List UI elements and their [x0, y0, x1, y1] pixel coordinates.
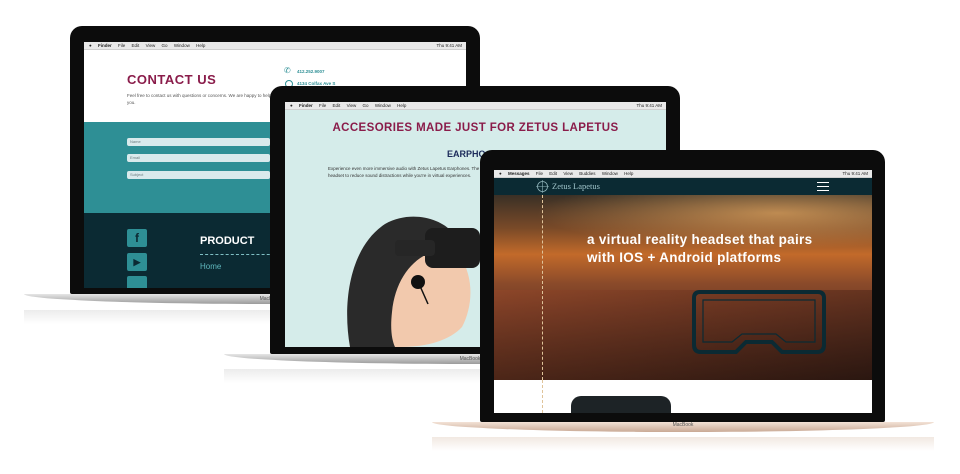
menu-app[interactable]: Messages	[508, 171, 530, 176]
menu-edit[interactable]: Edit	[333, 103, 341, 108]
menu-view[interactable]: View	[347, 103, 357, 108]
hamburger-menu-icon[interactable]	[817, 182, 829, 191]
footer-heading: PRODUCT	[200, 235, 255, 247]
site-navbar: Zetus Lapetus	[494, 178, 872, 195]
menu-go[interactable]: Go	[363, 103, 369, 108]
vr-headset-outline-icon	[692, 290, 826, 354]
twitter-icon[interactable]	[127, 276, 147, 288]
site-logo[interactable]: Zetus Lapetus	[552, 181, 600, 191]
apple-icon[interactable]: ●	[499, 171, 502, 176]
menu-window[interactable]: Window	[174, 43, 190, 48]
menu-go[interactable]: Go	[162, 43, 168, 48]
menu-view[interactable]: View	[146, 43, 156, 48]
facebook-icon[interactable]: f	[127, 229, 147, 247]
phone-number[interactable]: 412.252.9007	[297, 69, 325, 74]
menu-help[interactable]: Help	[397, 103, 406, 108]
menu-buddies[interactable]: Buddies	[579, 171, 595, 176]
menu-app[interactable]: Finder	[299, 103, 313, 108]
menu-file[interactable]: File	[319, 103, 326, 108]
menubar-clock: Thu 9:41 AM	[436, 43, 462, 48]
email-field[interactable]: Email	[127, 154, 270, 162]
logo-icon	[536, 180, 549, 193]
footer-link-home[interactable]: Home	[200, 262, 221, 271]
contact-intro: Feel free to contact us with questions o…	[127, 93, 272, 105]
product-description: Experience even more immersive audio wit…	[328, 166, 480, 178]
apple-icon[interactable]: ●	[290, 103, 293, 108]
subject-field[interactable]: Subject	[127, 171, 270, 179]
page-title: CONTACT US	[127, 72, 217, 87]
mac-menubar: ● Messages File Edit View Buddies Window…	[494, 170, 872, 178]
footer-divider	[200, 254, 280, 255]
mac-menubar: ● Finder File Edit View Go Window Help T…	[84, 42, 466, 50]
menu-edit[interactable]: Edit	[132, 43, 140, 48]
menu-window[interactable]: Window	[375, 103, 391, 108]
phone-icon: ✆	[284, 66, 291, 75]
scroll-tab[interactable]	[571, 396, 671, 413]
page-title: ACCESORIES MADE JUST FOR ZETUS LAPETUS	[332, 122, 619, 134]
menu-app[interactable]: Finder	[98, 43, 112, 48]
menubar-clock: Thu 9:41 AM	[636, 103, 662, 108]
home-screen: ● Messages File Edit View Buddies Window…	[494, 170, 872, 413]
menu-window[interactable]: Window	[602, 171, 618, 176]
laptop-brand: MacBook	[672, 422, 694, 428]
hero-section: a virtual reality headset that pairs wit…	[494, 195, 872, 380]
youtube-icon[interactable]: ▶	[127, 253, 147, 271]
vr-person-image	[347, 216, 480, 347]
hero-headline-1: a virtual reality headset that pairs	[587, 232, 813, 247]
menu-help[interactable]: Help	[624, 171, 633, 176]
menu-help[interactable]: Help	[196, 43, 205, 48]
menu-file[interactable]: File	[118, 43, 125, 48]
menubar-clock: Thu 9:41 AM	[842, 171, 868, 176]
menu-view[interactable]: View	[563, 171, 573, 176]
content-guide-line	[542, 380, 543, 413]
menu-file[interactable]: File	[536, 171, 543, 176]
laptop-reflection	[432, 437, 934, 451]
hero-headline-2: with IOS + Android platforms	[587, 250, 782, 265]
menu-edit[interactable]: Edit	[549, 171, 557, 176]
content-area	[494, 380, 872, 413]
mac-menubar: ● Finder File Edit View Go Window Help T…	[285, 102, 666, 110]
name-field[interactable]: Name	[127, 138, 270, 146]
hero-guide-line	[542, 195, 543, 380]
apple-icon[interactable]: ●	[89, 43, 92, 48]
